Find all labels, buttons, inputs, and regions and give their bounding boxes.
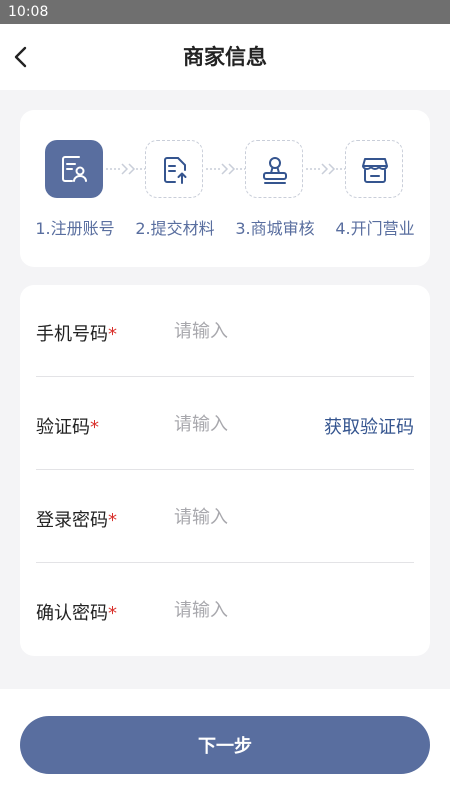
step-submit: 2.提交材料 — [120, 110, 230, 267]
code-row: 验证码* 获取验证码 — [36, 378, 414, 470]
phone-label: 手机号码* — [36, 320, 117, 346]
confirm-password-input[interactable] — [174, 596, 314, 624]
phone-label-text: 手机号码 — [36, 324, 108, 345]
required-mark: * — [90, 417, 99, 438]
status-bar: 10:08 — [0, 0, 450, 24]
password-label-text: 登录密码 — [36, 510, 108, 531]
get-code-button[interactable]: 获取验证码 — [324, 413, 414, 439]
phone-row: 手机号码* — [36, 285, 414, 377]
password-label: 登录密码* — [36, 506, 117, 532]
submit-document-icon — [164, 157, 187, 184]
step-label: 1.注册账号 — [35, 219, 115, 238]
divider — [36, 376, 414, 377]
confirm-password-label-text: 确认密码 — [36, 603, 108, 624]
step-audit: 3.商城审核 — [220, 110, 330, 267]
footer: 下一步 — [0, 689, 450, 800]
form-card: 手机号码* 验证码* 获取验证码 登录密码* 确认密码* — [20, 285, 430, 656]
step-register: 1.注册账号 — [20, 110, 130, 267]
header: 商家信息 — [0, 24, 450, 90]
phone-input[interactable] — [174, 317, 314, 345]
step-open: 4.开门营业 — [320, 110, 430, 267]
code-input[interactable] — [174, 410, 314, 438]
divider — [36, 562, 414, 563]
audit-stamp-icon — [263, 157, 287, 184]
step-label: 4.开门营业 — [335, 219, 415, 238]
status-time: 10:08 — [8, 4, 49, 20]
step-icon-box — [345, 140, 403, 198]
required-mark: * — [108, 324, 117, 345]
password-input[interactable] — [174, 503, 314, 531]
confirm-password-label: 确认密码* — [36, 599, 117, 625]
steps-card: 1.注册账号 2.提交材料 3.商城审核 4.开门营业 — [20, 110, 430, 267]
register-account-icon — [62, 156, 87, 182]
next-step-button[interactable]: 下一步 — [20, 716, 430, 774]
step-icon-box — [145, 140, 203, 198]
page-title: 商家信息 — [183, 45, 267, 69]
step-label: 2.提交材料 — [135, 219, 215, 238]
step-icon-box — [245, 140, 303, 198]
code-label-text: 验证码 — [36, 417, 90, 438]
confirm-password-row: 确认密码* — [36, 564, 414, 656]
step-icon-box — [45, 140, 103, 198]
required-mark: * — [108, 603, 117, 624]
code-label: 验证码* — [36, 413, 99, 439]
required-mark: * — [108, 510, 117, 531]
divider — [36, 469, 414, 470]
step-label: 3.商城审核 — [235, 219, 315, 238]
password-row: 登录密码* — [36, 471, 414, 563]
open-store-icon — [362, 158, 388, 183]
